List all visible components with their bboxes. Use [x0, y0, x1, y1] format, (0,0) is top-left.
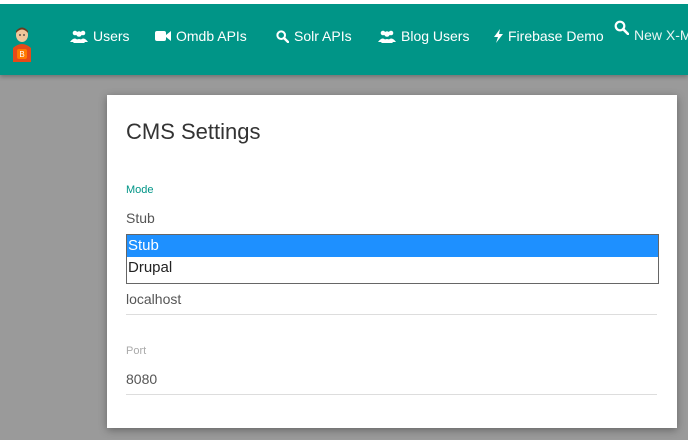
nav-solr-apis[interactable]: Solr APIs	[276, 26, 352, 46]
nav-users-label: Users	[93, 28, 130, 44]
nav-firebase-demo[interactable]: Firebase Demo	[494, 26, 604, 46]
nav-blog-users[interactable]: Blog Users	[378, 26, 469, 46]
nav-omdb-apis[interactable]: Omdb APIs	[155, 26, 247, 46]
dialog-title: CMS Settings	[126, 119, 261, 144]
nav-solr-apis-label: Solr APIs	[294, 28, 352, 44]
host-input[interactable]: localhost	[126, 291, 181, 307]
top-navbar: B Users Omdb APIs Solr APIs Blog Users F…	[0, 0, 688, 75]
search-icon[interactable]	[614, 20, 630, 40]
cms-settings-dialog: CMS Settings Mode Stub Stub Drupal local…	[107, 95, 677, 428]
search-icon	[276, 29, 289, 43]
port-label: Port	[126, 345, 147, 357]
mode-options-listbox[interactable]: Stub Drupal	[126, 234, 659, 284]
mode-option-stub[interactable]: Stub	[127, 235, 658, 257]
navbar-search	[614, 20, 688, 46]
mode-select[interactable]: Stub	[126, 210, 155, 226]
search-input[interactable]	[634, 24, 688, 46]
host-underline	[126, 314, 657, 315]
mode-label: Mode	[126, 184, 154, 196]
nav-blog-users-label: Blog Users	[401, 28, 470, 44]
mode-option-drupal[interactable]: Drupal	[127, 257, 658, 279]
svg-text:B: B	[19, 50, 24, 59]
bolt-icon	[494, 29, 503, 43]
brand-logo-icon[interactable]: B	[10, 26, 34, 62]
port-input[interactable]: 8080	[126, 371, 157, 387]
nav-firebase-demo-label: Firebase Demo	[508, 28, 604, 44]
video-camera-icon	[155, 30, 171, 42]
users-icon	[70, 30, 88, 43]
nav-omdb-apis-label: Omdb APIs	[176, 28, 247, 44]
users-icon	[378, 30, 396, 43]
navbar-top-border	[0, 0, 688, 4]
port-underline	[126, 394, 657, 395]
nav-users[interactable]: Users	[70, 26, 130, 46]
